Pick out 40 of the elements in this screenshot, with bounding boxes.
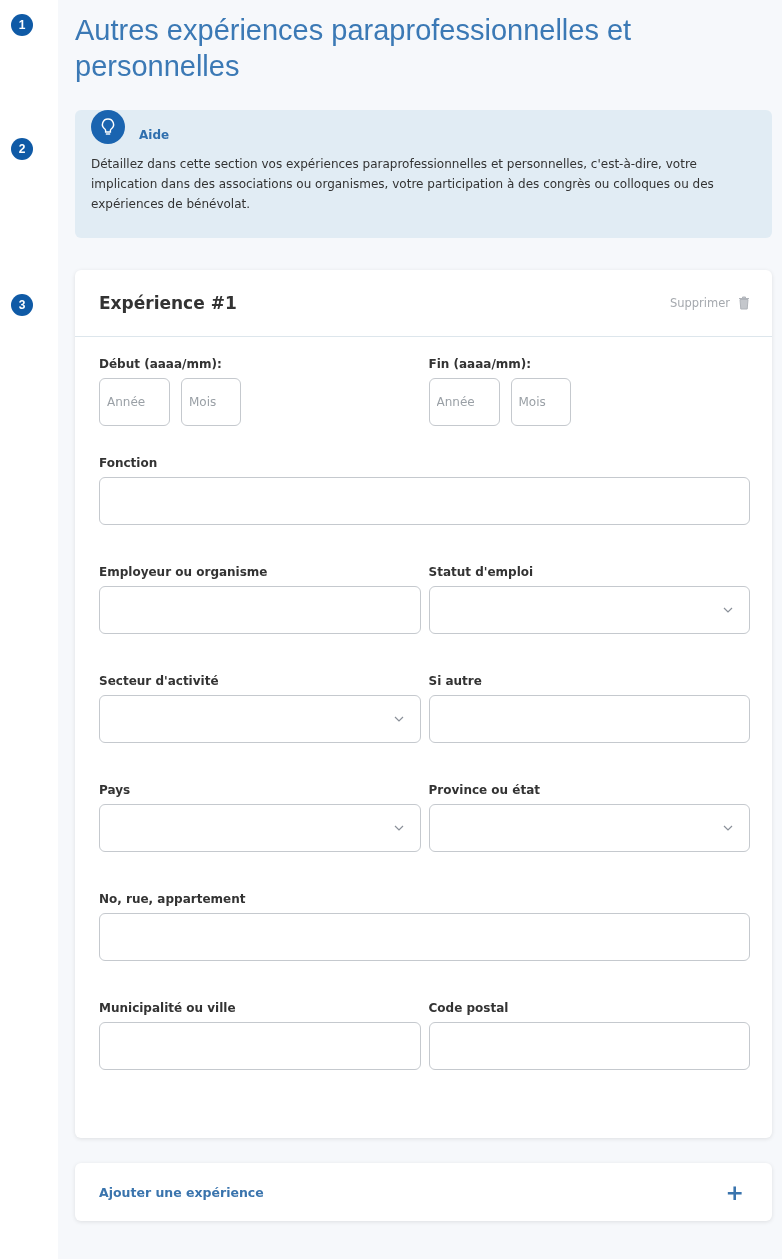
field-label: Fin (aaaa/mm): bbox=[428, 357, 533, 372]
field-label: No, rue, appartement bbox=[99, 892, 247, 907]
trash-icon bbox=[738, 296, 750, 310]
text-field[interactable] bbox=[99, 913, 750, 961]
add-experience-button[interactable]: Ajouter une expérience + bbox=[75, 1163, 772, 1221]
text-field[interactable] bbox=[99, 1022, 421, 1070]
text-field[interactable] bbox=[99, 477, 750, 525]
field-label: Pays bbox=[99, 783, 132, 798]
field-label: Fonction bbox=[99, 456, 159, 471]
step-number: 2 bbox=[11, 138, 33, 160]
dropdown-field[interactable] bbox=[428, 586, 750, 634]
card-title: Expérience #1 bbox=[99, 293, 237, 313]
date-part-field[interactable]: Année bbox=[99, 378, 170, 426]
text-field[interactable] bbox=[428, 1022, 750, 1070]
step-number: 3 bbox=[11, 294, 33, 316]
help-title: Aide bbox=[139, 128, 170, 142]
chevron-down-icon bbox=[723, 607, 733, 613]
chevron-down-icon bbox=[723, 825, 733, 831]
date-part-field[interactable]: Année bbox=[428, 378, 500, 426]
page-title: Autres expériences paraprofessionnelles et personnelles bbox=[75, 13, 633, 84]
text-field[interactable] bbox=[428, 695, 750, 743]
field-label: Code postal bbox=[428, 1001, 510, 1016]
lightbulb-icon bbox=[91, 110, 125, 144]
date-part-field[interactable]: Mois bbox=[181, 378, 241, 426]
field-label: Si autre bbox=[428, 674, 483, 689]
dropdown-field[interactable] bbox=[99, 804, 421, 852]
field-label: Province ou état bbox=[428, 783, 542, 798]
field-label: Statut d'emploi bbox=[428, 565, 535, 580]
field-label: Secteur d'activité bbox=[99, 674, 220, 689]
field-label: Employeur ou organisme bbox=[99, 565, 269, 580]
chevron-down-icon bbox=[393, 825, 404, 831]
dropdown-field[interactable] bbox=[99, 695, 421, 743]
field-label: Début (aaaa/mm): bbox=[99, 357, 223, 372]
chevron-down-icon bbox=[393, 716, 404, 722]
text-field[interactable] bbox=[99, 586, 421, 634]
field-label: Municipalité ou ville bbox=[99, 1001, 237, 1016]
help-text: Détaillez dans cette section vos expériences paraprofessionnelles et personnelles, c'est-à-dire, votre implication dans des associations ou organismes, votre participation à des congrès ou colloques ou des expériences de bénévolat. bbox=[91, 156, 715, 213]
dropdown-field[interactable] bbox=[428, 804, 750, 852]
step-number: 1 bbox=[11, 14, 33, 36]
date-part-field[interactable]: Mois bbox=[510, 378, 571, 426]
